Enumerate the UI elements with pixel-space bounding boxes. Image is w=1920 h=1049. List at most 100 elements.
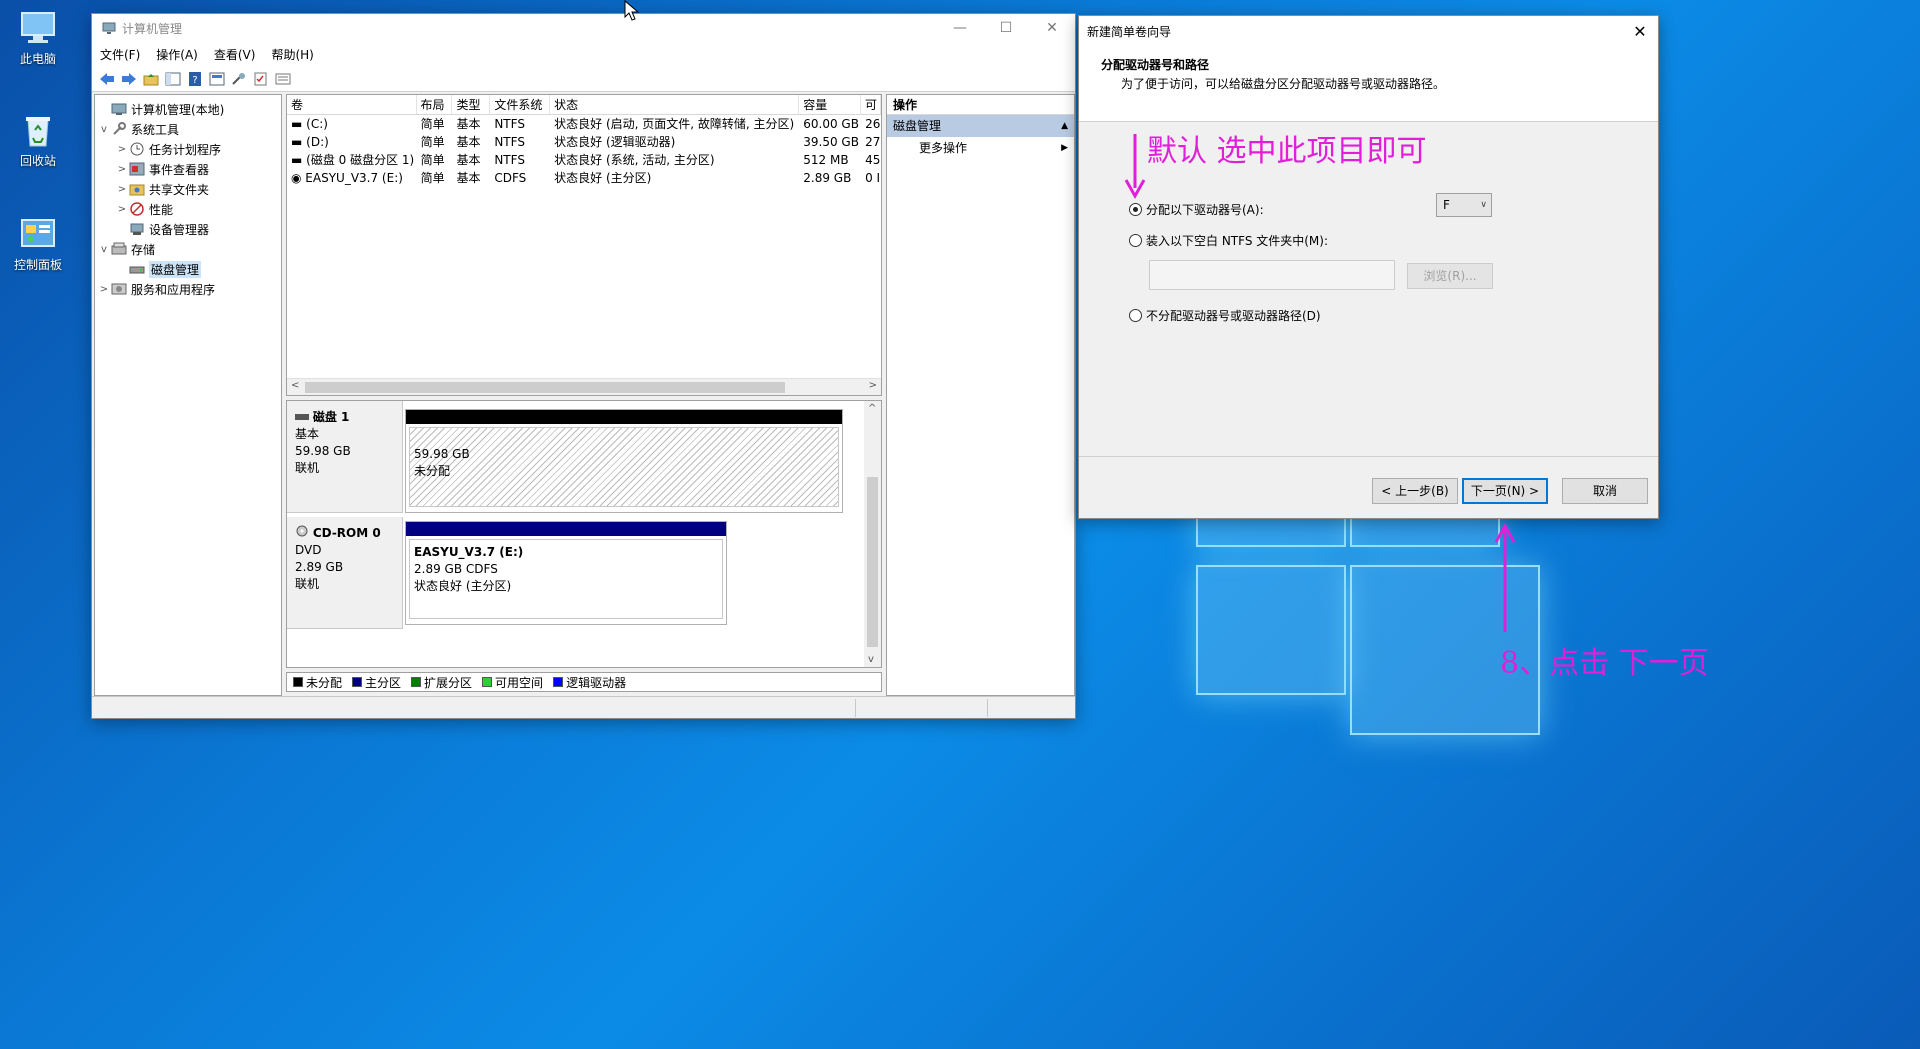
tree-item-label: 存储 [131,242,156,257]
tree-item-system-tools[interactable]: v 系统工具 [95,119,281,139]
partition-unallocated[interactable]: 59.98 GB 未分配 [405,409,843,513]
drive-letter-select[interactable]: F ∨ [1436,193,1492,217]
new-simple-volume-wizard: 新建简单卷向导 ✕ 分配驱动器号和路径 为了便于访问，可以给磁盘分区分配驱动器号… [1078,15,1659,519]
show-hide-tree-icon[interactable] [164,70,182,88]
scroll-up-icon[interactable]: ^ [868,403,876,414]
chevron-right-icon: ▶ [1061,143,1068,153]
back-arrow-icon[interactable] [98,70,116,88]
browse-button[interactable]: 浏览(R)... [1407,263,1493,289]
tree-item-label: 系统工具 [131,122,180,137]
tree-item-performance[interactable]: > 性能 [95,199,281,219]
tree-item-services-apps[interactable]: > 服务和应用程序 [95,279,281,299]
table-row[interactable]: ▬ (C:) 简单 基本 NTFS 状态良好 (启动, 页面文件, 故障转储, … [287,115,881,133]
chevron-down-icon[interactable]: v [97,244,111,255]
properties-icon[interactable] [208,70,226,88]
minimize-button[interactable]: — [937,14,983,42]
scroll-down-icon[interactable]: v [868,654,874,665]
chevron-right-icon[interactable]: > [115,164,129,175]
desktop-icon-this-pc[interactable]: 此电脑 [8,10,68,67]
action-more-actions[interactable]: 更多操作 ▶ [887,137,1074,159]
folder-path-input[interactable] [1149,260,1395,290]
actions-header: 操作 [887,95,1074,115]
legend-item: 扩展分区 [411,674,472,691]
chevron-right-icon[interactable]: > [115,184,129,195]
toolbar: ? [92,66,1075,92]
cell-type: 基本 [456,153,481,167]
close-icon[interactable]: ✕ [1622,22,1658,41]
menu-action[interactable]: 操作(A) [156,46,198,63]
disk-name: 磁盘 1 [312,410,350,424]
col-header-type[interactable]: 类型 [452,95,491,114]
menu-view[interactable]: 查看(V) [214,46,256,63]
col-header-capacity[interactable]: 容量 [799,95,862,114]
radio-no-drive-letter[interactable]: 不分配驱动器号或驱动器路径(D) [1129,307,1321,324]
disk-size: 59.98 GB [295,444,351,458]
col-header-free[interactable]: 可 [861,95,881,114]
desktop-icon-recycle-bin[interactable]: 回收站 [8,112,68,169]
tools-icon [113,122,126,135]
radio-mount-ntfs-folder[interactable]: 装入以下空白 NTFS 文件夹中(M): [1129,232,1328,249]
tree-item-storage[interactable]: v 存储 [95,239,281,259]
vertical-scrollbar[interactable]: ^ v [864,401,881,667]
chevron-down-icon[interactable]: v [97,124,111,135]
cdrom-0-info[interactable]: CD-ROM 0 DVD 2.89 GB 联机 [287,517,403,629]
volume-table: 卷 布局 类型 文件系统 状态 容量 可 ▬ (C:) 简单 基本 NTFS 状… [286,94,882,396]
cancel-button[interactable]: 取消 [1562,478,1648,504]
back-button[interactable]: < 上一步(B) [1372,478,1458,504]
title-bar[interactable]: 计算机管理 — ☐ ✕ [92,14,1075,42]
menu-file[interactable]: 文件(F) [100,46,140,63]
cell-free: 45 [865,153,881,167]
chevron-right-icon[interactable]: > [115,144,129,155]
partition-primary[interactable]: EASYU_V3.7 (E:) 2.89 GB CDFS 状态良好 (主分区) [405,521,727,625]
chevron-down-icon: ∨ [1480,200,1487,210]
tree-item-device-manager[interactable]: 设备管理器 [95,219,281,239]
desktop-icon-label: 控制面板 [13,258,62,272]
forward-arrow-icon[interactable] [120,70,138,88]
scrollbar-thumb[interactable] [305,382,785,393]
actions-pane: 操作 磁盘管理 ▲ 更多操作 ▶ [886,94,1075,696]
next-button[interactable]: 下一页(N) > [1462,478,1548,504]
computer-management-icon [102,22,116,34]
table-row[interactable]: ▬ (D:) 简单 基本 NTFS 状态良好 (逻辑驱动器) 39.50 GB … [287,133,881,151]
col-header-volume[interactable]: 卷 [287,95,417,114]
annotation-arrow-up-icon [1494,522,1516,632]
scrollbar-thumb[interactable] [867,477,878,647]
chevron-right-icon[interactable]: > [97,284,111,295]
tree-item-label: 设备管理器 [149,222,210,237]
col-header-filesystem[interactable]: 文件系统 [490,95,551,114]
tree-item-event-viewer[interactable]: > 事件查看器 [95,159,281,179]
scroll-left-icon[interactable]: < [291,380,299,391]
close-button[interactable]: ✕ [1029,14,1075,42]
table-row[interactable]: ◉ EASYU_V3.7 (E:) 简单 基本 CDFS 状态良好 (主分区) … [287,169,881,187]
col-header-layout[interactable]: 布局 [417,95,453,114]
tree-item-shared-folders[interactable]: > 共享文件夹 [95,179,281,199]
annotation-click-next: 8、点击 下一页 [1500,646,1709,681]
radio-assign-drive-letter[interactable]: 分配以下驱动器号(A): [1129,201,1264,218]
checklist-icon[interactable] [252,70,270,88]
tree-item-disk-management[interactable]: 磁盘管理 [95,259,281,279]
table-row[interactable]: ▬ (磁盘 0 磁盘分区 1) 简单 基本 NTFS 状态良好 (系统, 活动,… [287,151,881,169]
dialog-title-bar[interactable]: 新建简单卷向导 ✕ [1079,16,1658,46]
disk-1-info[interactable]: 磁盘 1 基本 59.98 GB 联机 [287,401,403,513]
list-view-icon[interactable] [274,70,292,88]
maximize-button[interactable]: ☐ [983,14,1029,42]
tree-item-computer-management[interactable]: 计算机管理(本地) [95,99,281,119]
radio-button[interactable] [1129,309,1142,322]
partition-size: 2.89 GB CDFS [414,562,498,576]
connect-icon[interactable] [230,70,248,88]
radio-button[interactable] [1129,234,1142,247]
scroll-right-icon[interactable]: > [869,380,877,391]
up-folder-icon[interactable] [142,70,160,88]
status-divider [855,699,856,717]
chevron-right-icon[interactable]: > [115,204,129,215]
radio-button-checked[interactable] [1129,203,1142,216]
horizontal-scrollbar[interactable]: < > [287,378,881,395]
menu-help[interactable]: 帮助(H) [271,46,313,63]
actions-section-disk-management[interactable]: 磁盘管理 ▲ [887,115,1074,137]
tree-item-task-scheduler[interactable]: > 任务计划程序 [95,139,281,159]
wizard-header: 分配驱动器号和路径 为了便于访问，可以给磁盘分区分配驱动器号或驱动器路径。 [1079,46,1658,122]
collapse-up-icon[interactable]: ▲ [1061,115,1068,137]
desktop-icon-control-panel[interactable]: 控制面板 [8,216,68,273]
col-header-status[interactable]: 状态 [550,95,800,114]
help-icon[interactable]: ? [186,70,204,88]
